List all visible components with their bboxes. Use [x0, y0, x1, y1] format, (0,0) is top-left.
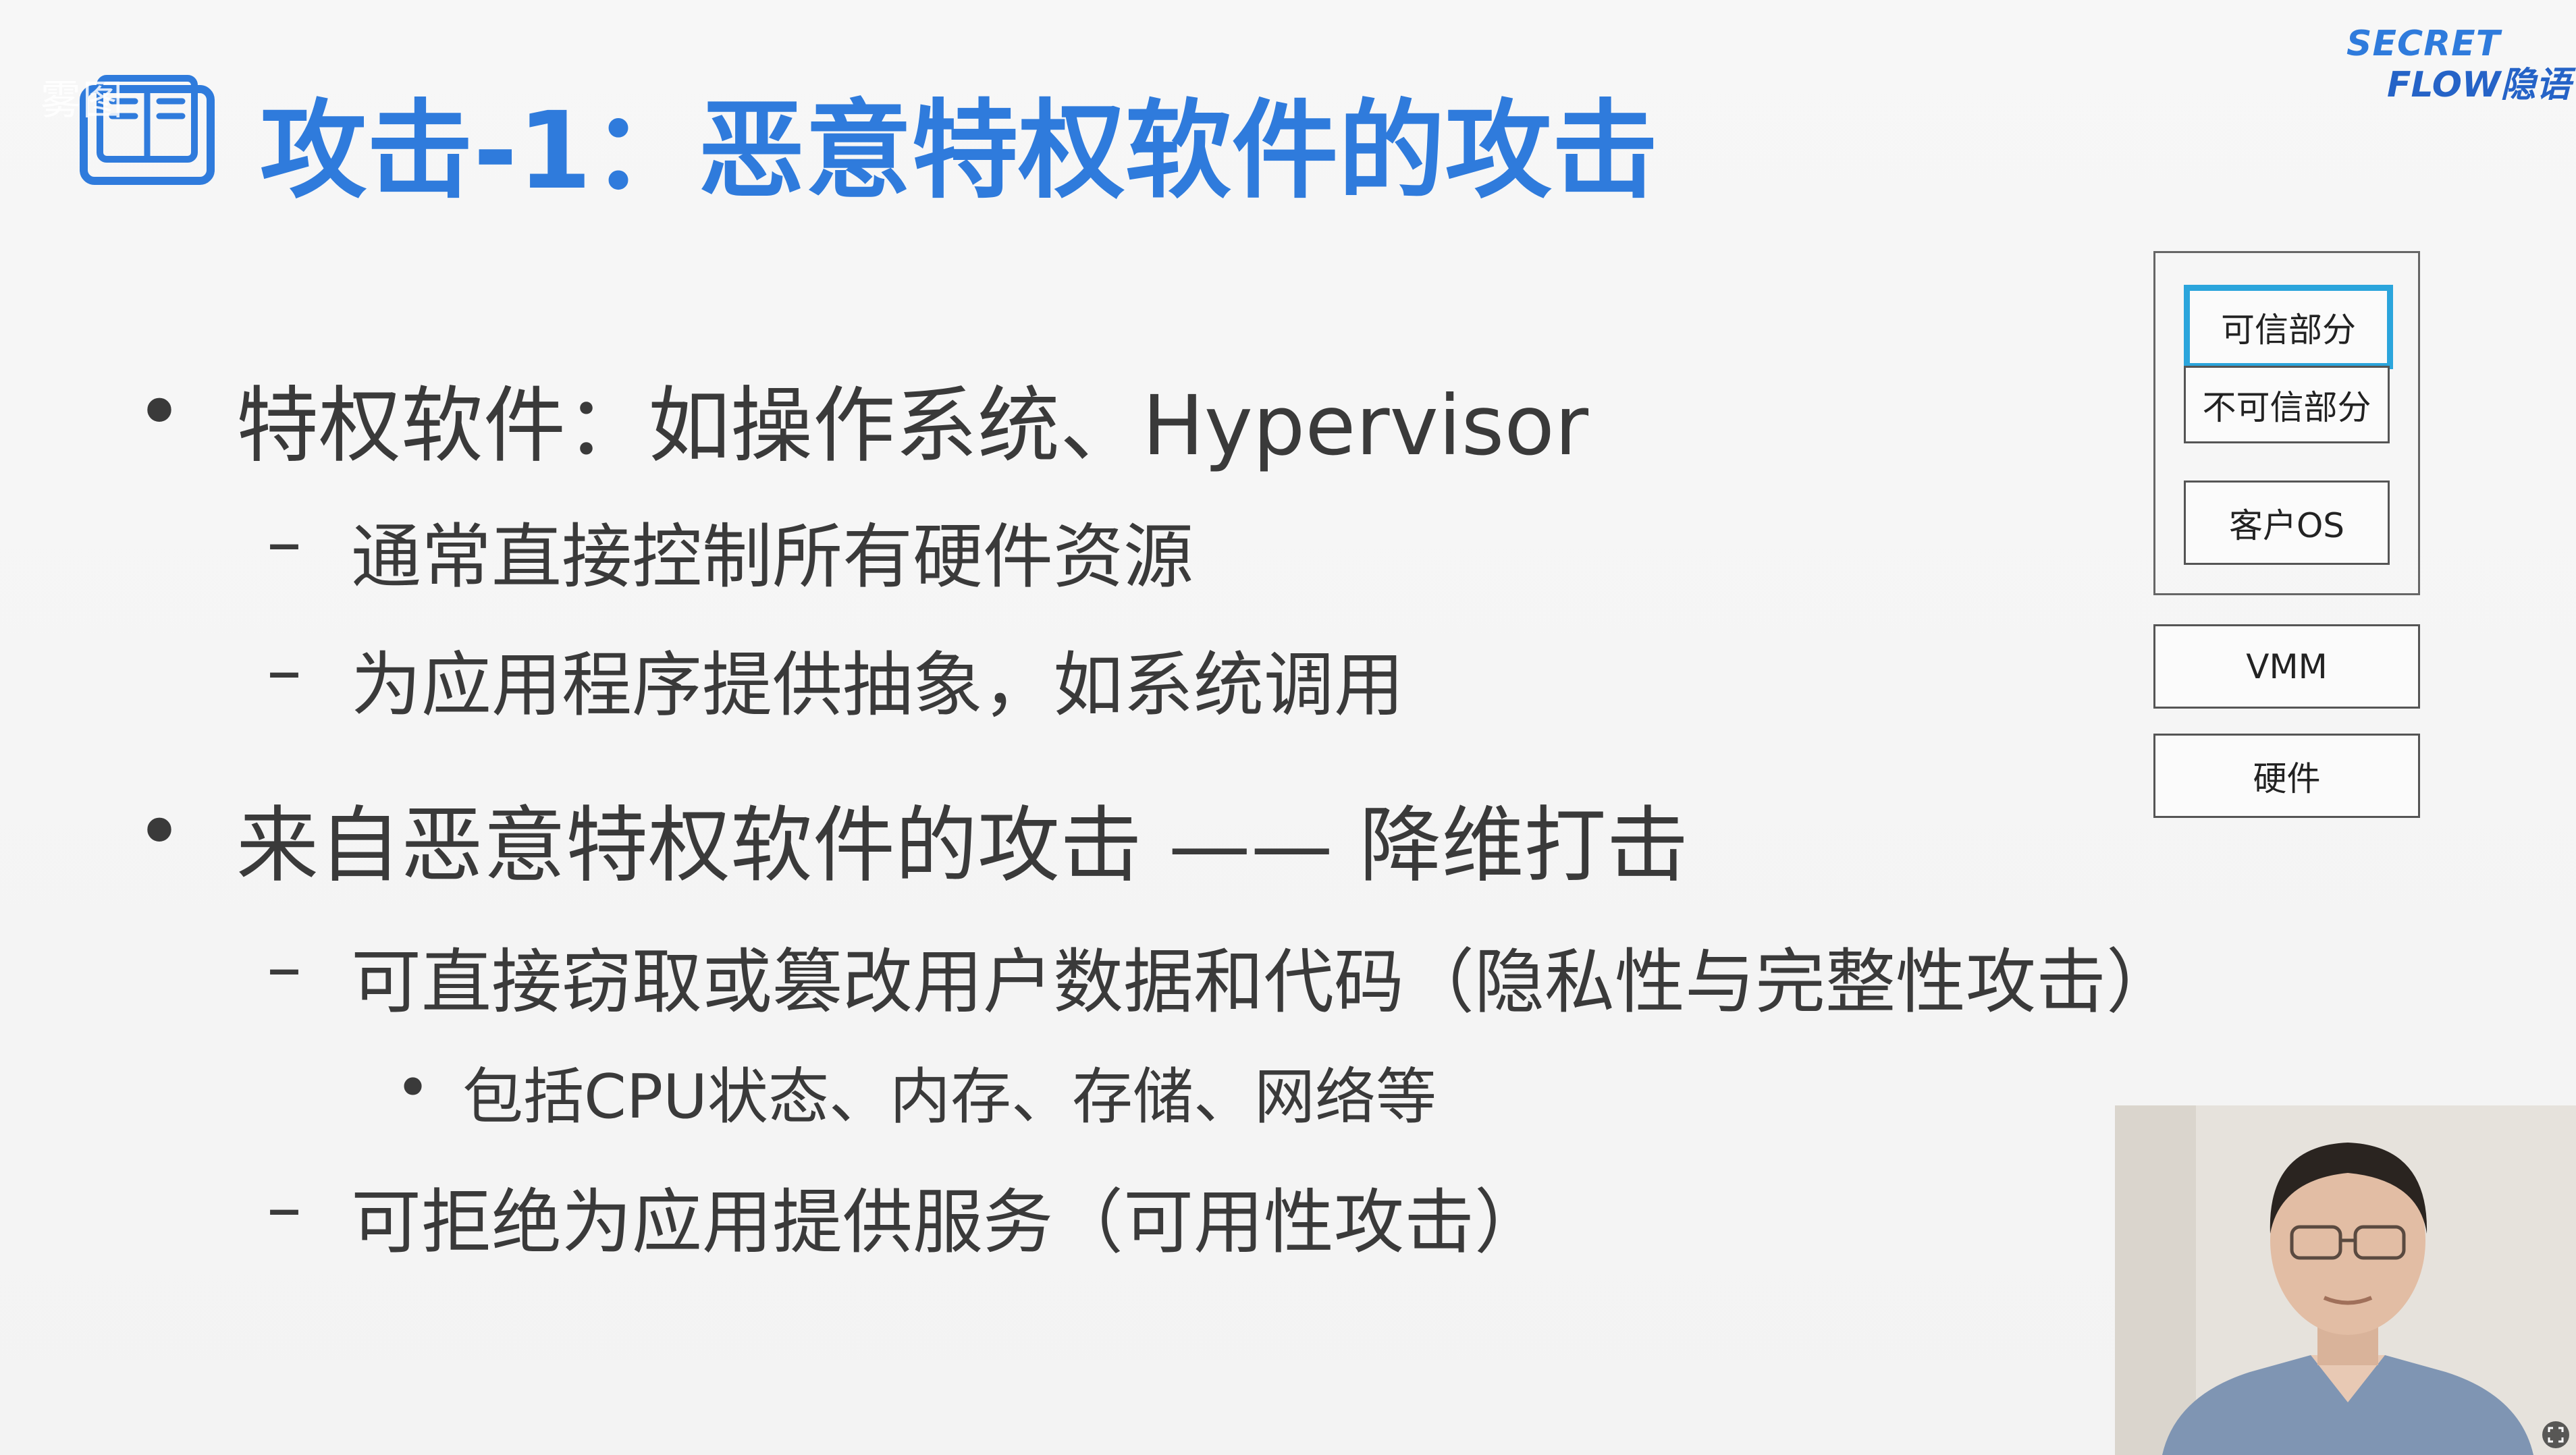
vmm-box: VMM	[2153, 624, 2420, 709]
hardware-box: 硬件	[2153, 734, 2420, 818]
watermark: 雾图	[41, 77, 124, 124]
logo-line-2: FLOW隐语	[2387, 65, 2571, 105]
sub-dash: –	[267, 1166, 302, 1248]
bullet-2: 来自恶意特权软件的攻击 —— 降维打击	[236, 798, 1689, 894]
bullet-1-sub-2: 为应用程序提供抽象，如系统调用	[351, 644, 1405, 726]
bullet-2-sub-1: 可直接窃取或篡改用户数据和代码（隐私性与完整性攻击）	[351, 941, 2177, 1023]
slide: 雾图 攻击-1：恶意特权软件的攻击 SECRET FLOW隐语 • 特权软件：如…	[0, 0, 2576, 1455]
bullet-1: 特权软件：如操作系统、Hypervisor	[236, 378, 1589, 474]
presenter-video	[2115, 1105, 2576, 1455]
bullet-2-sub-2: 可拒绝为应用提供服务（可用性攻击）	[351, 1181, 1545, 1263]
sub-dash: –	[267, 926, 302, 1008]
trusted-part-box: 可信部分	[2184, 285, 2393, 369]
sub-sub-dot: •	[395, 1053, 431, 1124]
page-title: 攻击-1：恶意特权软件的攻击	[260, 89, 1659, 213]
architecture-diagram: 可信部分 不可信部分 客户OS VMM 硬件	[2153, 251, 2420, 818]
fullscreen-icon[interactable]	[2541, 1420, 2571, 1450]
secretflow-logo: SECRET FLOW隐语	[2346, 24, 2571, 105]
bullet-dot: •	[135, 784, 184, 880]
untrusted-part-box: 不可信部分	[2184, 366, 2390, 443]
bullet-2-sub-1-detail: 包括CPU状态、内存、存储、网络等	[462, 1062, 1437, 1132]
sub-dash: –	[267, 629, 302, 711]
sub-dash: –	[267, 501, 302, 583]
bullet-dot: •	[135, 364, 184, 460]
presenter-figure	[2115, 1105, 2576, 1455]
bullet-1-sub-1: 通常直接控制所有硬件资源	[351, 516, 1194, 598]
guest-os-box: 客户OS	[2184, 481, 2390, 565]
